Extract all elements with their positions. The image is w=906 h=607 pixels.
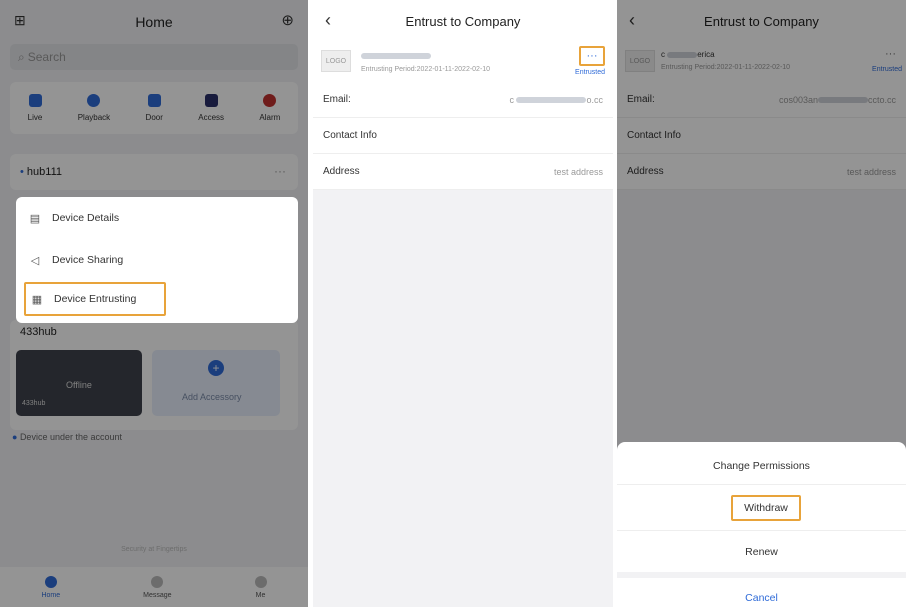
nav-bar: ‹ Entrust to Company [313,0,613,42]
withdraw-option[interactable]: Withdraw [731,495,801,521]
device-context-menu: ▤ Device Details ◁ Device Sharing ▦ Device … [16,197,298,323]
contact-info-row: Contact Info [313,118,613,154]
change-permissions-option[interactable]: Change Permissions [617,460,906,472]
entrusting-period: Entrusting Period:2022-01-11-2022-02-10 [361,66,491,73]
action-sheet: Change Permissions Withdraw Renew Cancel [617,442,906,607]
device-details-icon: ▤ [29,212,41,225]
email-row: Email: c o.cc [313,82,613,118]
email-label: Email: [323,94,351,105]
divider [617,484,906,485]
address-row: Address test address [313,154,613,190]
email-value: c o.cc [509,94,603,105]
device-sharing-icon: ◁ [30,254,40,267]
address-value: test address [553,166,603,177]
status-badge: Entrusted [575,69,605,76]
cancel-option[interactable]: Cancel [617,592,906,604]
renew-option[interactable]: Renew [617,546,906,558]
device-entrusting-icon: ▦ [31,293,43,306]
menu-item-device-details[interactable]: ▤ Device Details [16,199,298,237]
entrust-detail-screen: ‹ Entrust to Company LOGO Entrusting Per… [313,0,613,607]
company-info-row: LOGO Entrusting Period:2022-01-11-2022-0… [313,42,613,82]
home-screen: ⊞ Home ⊕ ⌕ Search Live Playback Door Acce… [0,0,308,607]
address-label: Address [323,166,360,177]
menu-item-device-sharing[interactable]: ◁ Device Sharing [16,241,298,279]
company-logo: LOGO [321,50,351,72]
back-icon[interactable]: ‹ [325,10,331,31]
more-options-button[interactable]: ··· [579,46,605,66]
page-title: Entrust to Company [405,13,521,29]
divider [617,530,906,531]
divider [617,572,906,578]
menu-item-device-entrusting[interactable]: ▦ Device Entrusting [24,282,166,316]
company-name-blurred [361,53,431,59]
contact-info-label: Contact Info [323,130,377,141]
entrust-options-screen: ‹ Entrust to Company LOGO c erica Entrus… [617,0,906,607]
